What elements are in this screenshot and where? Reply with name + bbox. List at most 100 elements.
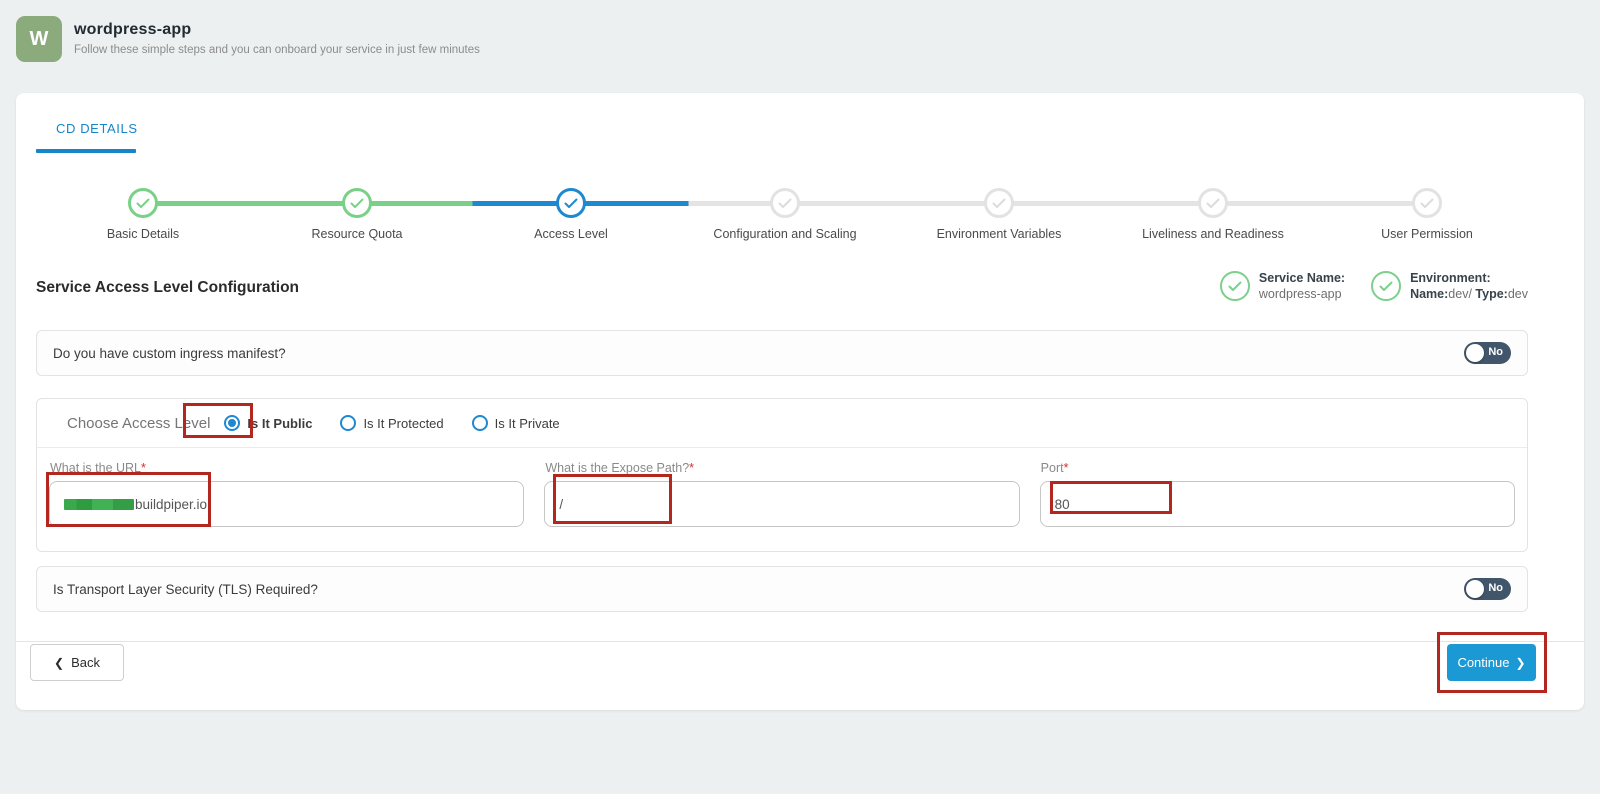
custom-ingress-row: Do you have custom ingress manifest? No (36, 330, 1528, 376)
env-name-label: Name: (1410, 287, 1449, 301)
section-header: Service Access Level Configuration Servi… (36, 271, 1528, 301)
custom-ingress-question: Do you have custom ingress manifest? (53, 345, 286, 361)
env-name-value: dev/ (1448, 287, 1472, 301)
step-access-level[interactable]: Access Level (464, 188, 678, 252)
radio-is-it-protected[interactable]: Is It Protected (340, 415, 444, 431)
page-subtitle: Follow these simple steps and you can on… (74, 44, 480, 56)
check-icon (136, 198, 150, 209)
badge-text: Environment: Name:dev/ Type:dev (1410, 271, 1528, 301)
step-resource-quota[interactable]: Resource Quota (250, 188, 464, 252)
back-button[interactable]: ❮ Back (30, 644, 124, 681)
step-label: Basic Details (106, 227, 180, 241)
tls-question: Is Transport Layer Security (TLS) Requir… (53, 581, 318, 597)
access-level-group-label: Choose Access Level (67, 414, 211, 432)
toggle-state-label: No (1488, 346, 1503, 358)
step-circle (1198, 188, 1228, 218)
chevron-left-icon: ❮ (54, 655, 65, 670)
back-button-label: Back (71, 655, 100, 670)
step-label: Resource Quota (311, 227, 403, 241)
header-text: wordpress-app Follow these simple steps … (74, 16, 480, 56)
step-circle (556, 188, 586, 218)
main-card: CD DETAILS Basic Details Resource Quota … (16, 93, 1584, 710)
toggle-state-label: No (1488, 582, 1503, 594)
step-circle (984, 188, 1014, 218)
page-title: wordpress-app (74, 21, 192, 38)
step-label: User Permission (1381, 227, 1473, 241)
continue-button-label: Continue (1457, 655, 1510, 670)
env-type-label: Type: (1475, 287, 1508, 301)
badge-text: Service Name: wordpress-app (1259, 271, 1345, 301)
badge-label: Service Name: (1258, 271, 1346, 285)
badge-value: Name:dev/ Type:dev (1410, 287, 1528, 301)
step-circle (1412, 188, 1442, 218)
check-icon (1420, 198, 1434, 209)
badge-label: Environment: (1410, 271, 1491, 285)
radio-label: Is It Protected (363, 415, 444, 431)
expose-path-value: / (559, 496, 564, 512)
step-user-permission[interactable]: User Permission (1320, 188, 1534, 252)
step-liveliness-and-readiness[interactable]: Liveliness and Readiness (1106, 188, 1320, 252)
tls-row: Is Transport Layer Security (TLS) Requir… (36, 566, 1528, 612)
expose-path-field-label: What is the Expose Path?* (545, 461, 695, 475)
radio-icon (224, 415, 241, 431)
access-level-panel: Choose Access Level Is It Public Is It P… (36, 398, 1528, 552)
radio-is-it-public[interactable]: Is It Public (224, 415, 312, 431)
env-type-value: dev (1507, 287, 1528, 301)
redaction-marker (64, 498, 134, 510)
environment-badge: Environment: Name:dev/ Type:dev (1371, 271, 1528, 301)
service-name-badge: Service Name: wordpress-app (1219, 271, 1345, 301)
check-icon (778, 198, 792, 209)
check-circle-icon (1219, 271, 1250, 301)
step-label: Access Level (534, 227, 608, 241)
step-label: Environment Variables (936, 227, 1062, 241)
step-configuration-and-scaling[interactable]: Configuration and Scaling (678, 188, 892, 252)
badge-value: wordpress-app (1258, 287, 1342, 301)
url-value: buildpiper.io (135, 496, 208, 512)
radio-icon (471, 415, 488, 431)
step-label: Configuration and Scaling (713, 227, 857, 241)
required-asterisk: * (1063, 461, 1069, 475)
required-asterisk: * (689, 461, 695, 475)
section-title: Service Access Level Configuration (36, 279, 300, 296)
context-badges: Service Name: wordpress-app Environment:… (1219, 271, 1528, 301)
tab-active-indicator (36, 149, 136, 153)
step-basic-details[interactable]: Basic Details (36, 188, 250, 252)
url-input[interactable]: buildpiper.io (49, 481, 525, 527)
access-level-radio-row: Choose Access Level Is It Public Is It P… (37, 399, 1527, 448)
check-icon (564, 198, 578, 209)
check-icon (350, 198, 364, 209)
step-circle (342, 188, 372, 218)
service-avatar: W (16, 16, 62, 62)
chevron-right-icon: ❯ (1515, 655, 1526, 670)
access-level-fields: What is the URL* buildpiper.io What is t… (37, 448, 1527, 527)
expose-path-input[interactable]: / (544, 481, 1020, 527)
step-label: Liveliness and Readiness (1142, 227, 1284, 241)
expose-path-field-group: What is the Expose Path?* / (544, 458, 1020, 527)
radio-is-it-private[interactable]: Is It Private (471, 415, 560, 431)
continue-button[interactable]: Continue ❯ (1447, 644, 1536, 681)
page: { "header": { "avatar_letter": "W", "tit… (0, 0, 1600, 794)
footer-divider (16, 641, 1584, 642)
check-icon (1206, 198, 1220, 209)
toggle-knob (1466, 344, 1484, 362)
url-field-group: What is the URL* buildpiper.io (49, 458, 525, 527)
port-field-label: Port* (1040, 461, 1069, 475)
step-circle (128, 188, 158, 218)
wizard-stepper: Basic Details Resource Quota Access Leve… (36, 188, 1534, 252)
url-field-label: What is the URL* (50, 461, 146, 475)
step-environment-variables[interactable]: Environment Variables (892, 188, 1106, 252)
port-value: 80 (1054, 496, 1070, 512)
toggle-knob (1466, 580, 1484, 598)
radio-label: Is It Private (494, 415, 560, 431)
radio-icon (340, 415, 357, 431)
port-input[interactable]: 80 (1039, 481, 1515, 527)
radio-label: Is It Public (247, 415, 313, 431)
required-asterisk: * (141, 461, 146, 475)
tab-cd-details[interactable]: CD DETAILS (56, 121, 138, 136)
check-icon (992, 198, 1006, 209)
step-circle (770, 188, 800, 218)
tls-toggle[interactable]: No (1464, 578, 1511, 600)
port-field-group: Port* 80 (1039, 458, 1515, 527)
app-header: W wordpress-app Follow these simple step… (16, 16, 480, 62)
custom-ingress-toggle[interactable]: No (1464, 342, 1511, 364)
